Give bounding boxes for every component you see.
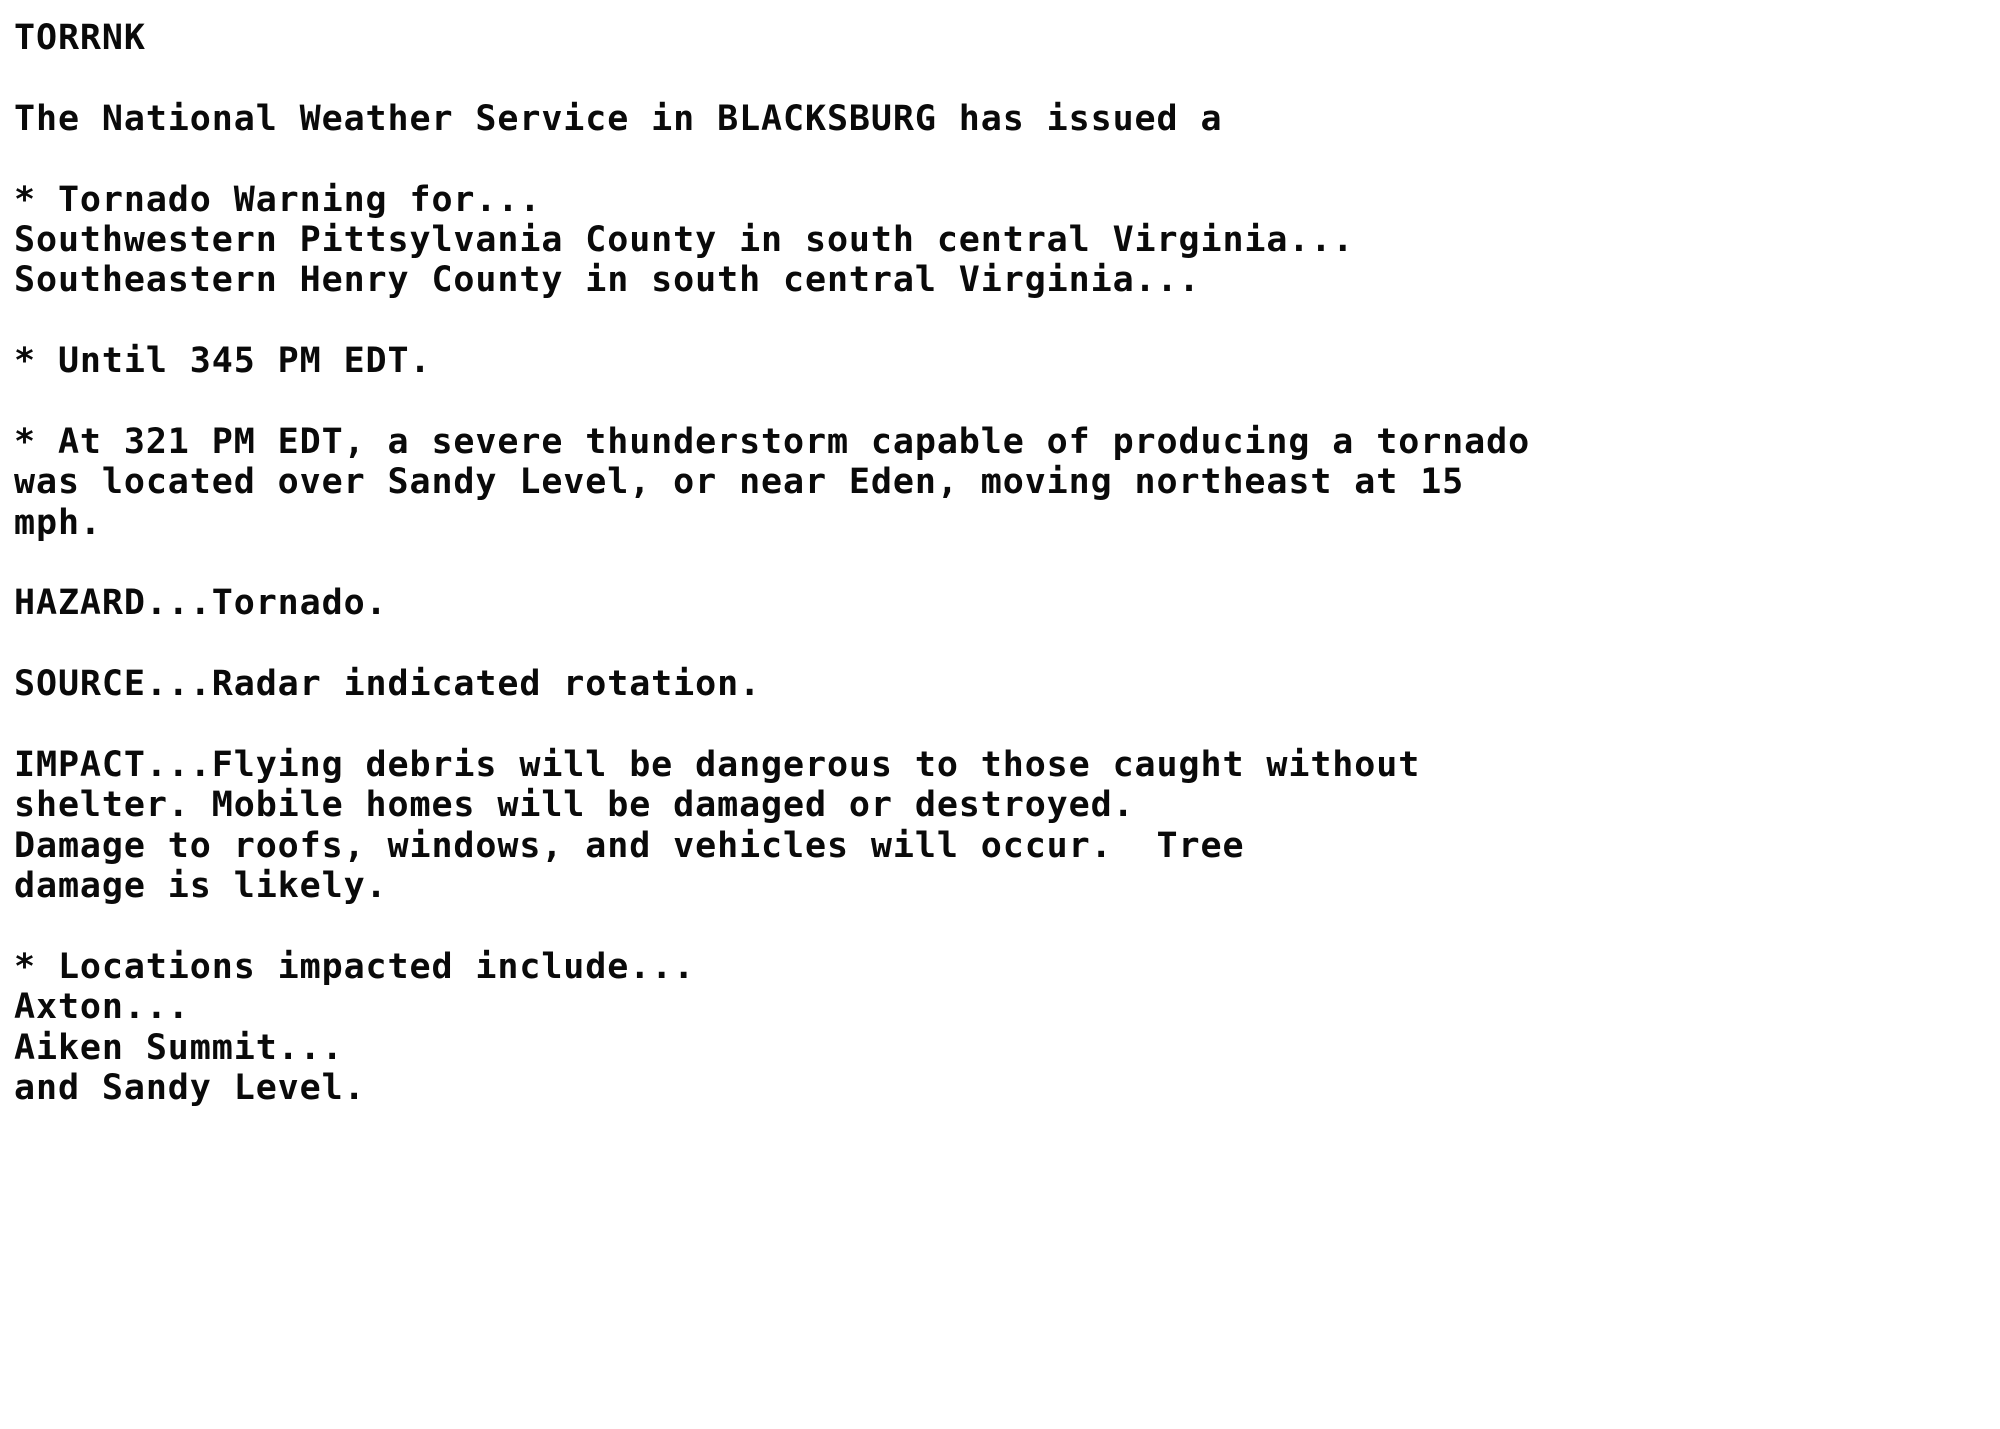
bulletin-blank-line: [14, 58, 2000, 98]
bulletin-blank-line: [14, 543, 2000, 583]
bulletin-text-body: TORRNK The National Weather Service in B…: [0, 0, 2000, 1429]
bulletin-blank-line: [14, 301, 2000, 341]
bulletin-line: Axton...: [14, 987, 190, 1028]
bulletin-blank-line: [14, 907, 2000, 947]
bulletin-blank-line: [14, 705, 2000, 745]
bulletin-line: The National Weather Service in BLACKSBU…: [14, 98, 1223, 139]
bulletin-line: shelter. Mobile homes will be damaged or…: [14, 785, 1135, 826]
bulletin-blank-line: [14, 139, 2000, 179]
bulletin-line: * At 321 PM EDT, a severe thunderstorm c…: [14, 421, 1531, 462]
bulletin-line: SOURCE...Radar indicated rotation.: [14, 664, 762, 705]
bulletin-blank-line: [14, 382, 2000, 422]
bulletin-line: IMPACT...Flying debris will be dangerous…: [14, 745, 1421, 786]
bulletin-line: mph.: [14, 502, 102, 543]
bulletin-blank-line: [14, 624, 2000, 664]
bulletin-line: TORRNK: [14, 18, 146, 58]
bulletin-line: Southwestern Pittsylvania County in sout…: [14, 219, 1355, 260]
bulletin-line: Southeastern Henry County in south centr…: [14, 260, 1201, 301]
bulletin-line: HAZARD...Tornado.: [14, 583, 388, 624]
bulletin-line: Damage to roofs, windows, and vehicles w…: [14, 825, 1245, 866]
bulletin-line: * Tornado Warning for...: [14, 179, 542, 220]
bulletin-line: Aiken Summit...: [14, 1027, 344, 1068]
bulletin-line: and Sandy Level.: [14, 1068, 366, 1109]
bulletin-line-list: TORRNK The National Weather Service in B…: [14, 18, 2000, 1109]
bulletin-line: * Until 345 PM EDT.: [14, 341, 432, 382]
bulletin-line: was located over Sandy Level, or near Ed…: [14, 462, 1465, 503]
bulletin-line: damage is likely.: [14, 866, 388, 907]
bulletin-line: * Locations impacted include...: [14, 946, 696, 987]
